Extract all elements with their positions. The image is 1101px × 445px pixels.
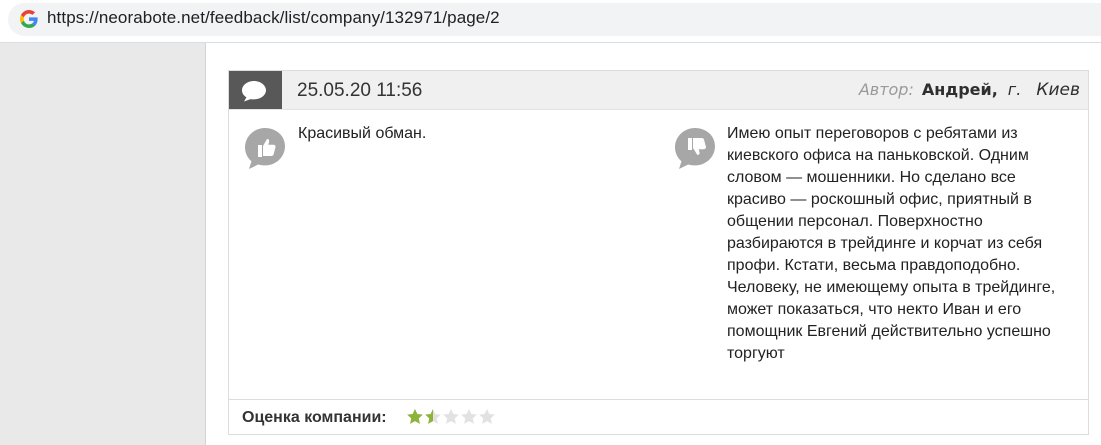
thumbs-up-icon (243, 126, 287, 170)
thumbs-down-icon (673, 126, 717, 170)
author-separator: , (991, 80, 998, 99)
cons-text: Имею опыт переговоров с ребятами из киев… (727, 125, 1056, 362)
review-card: 25.05.20 11:56 Автор: Андрей, г. Киев Крас… (228, 70, 1089, 435)
rating-stars (406, 408, 496, 426)
left-sidebar (0, 43, 206, 445)
review-date: 25.05.20 11:56 (297, 80, 423, 101)
rating-star-1-icon (407, 409, 423, 424)
rating-star-5-icon (479, 409, 495, 424)
comment-badge (229, 71, 282, 109)
author-name[interactable]: Андрей (922, 80, 992, 99)
rating-row: Оценка компании: (229, 399, 1088, 436)
review-header: 25.05.20 11:56 Автор: Андрей, г. Киев (229, 71, 1088, 110)
rating-star-3-icon (443, 409, 459, 424)
author-label: Автор: (858, 80, 914, 99)
google-g-icon (19, 10, 38, 28)
rating-star-4-icon (461, 409, 477, 424)
review-author: Автор: Андрей, г. Киев (859, 80, 1080, 100)
author-city: Киев (1036, 80, 1080, 100)
rating-star-2-icon (425, 409, 441, 424)
browser-address-bar: https://neorabote.net/feedback/list/comp… (0, 0, 1101, 42)
rating-label: Оценка компании: (242, 409, 387, 426)
url-text[interactable]: https://neorabote.net/feedback/list/comp… (47, 8, 500, 28)
pros-text: Красивый обман. (298, 125, 427, 142)
city-prefix: г. (1007, 80, 1022, 99)
